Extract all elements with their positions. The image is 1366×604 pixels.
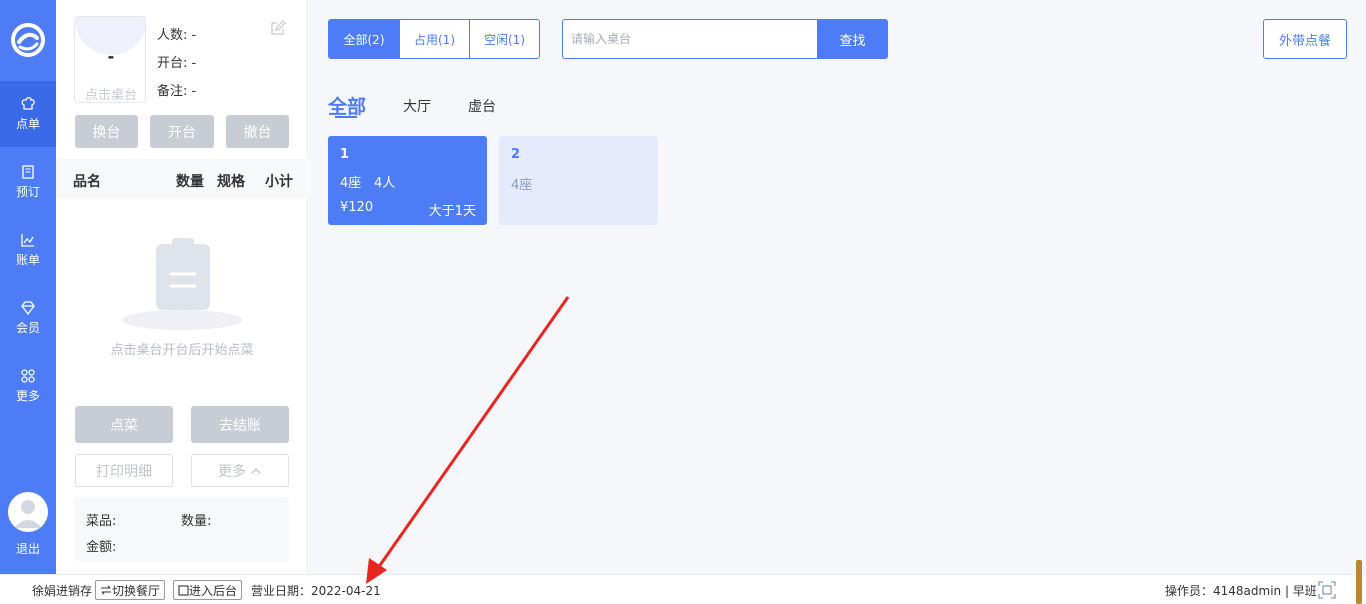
fullscreen-icon[interactable] bbox=[1318, 581, 1336, 599]
col-spec: 规格 bbox=[217, 174, 245, 190]
summary-dish-label: 菜品: bbox=[86, 514, 117, 529]
more-button-label: 更多 bbox=[218, 463, 246, 480]
nav-item-more[interactable]: 更多 bbox=[0, 353, 56, 419]
logout-button[interactable]: 退出 bbox=[0, 540, 56, 557]
change-table-button[interactable]: 换台 bbox=[75, 115, 138, 148]
table-seats: 4座 bbox=[340, 176, 362, 191]
open-time: 开台: - bbox=[157, 56, 197, 71]
enter-backend-button[interactable]: 进入后台 bbox=[173, 580, 243, 600]
nav-item-label: 预订 bbox=[15, 185, 40, 199]
table-pic-value: - bbox=[107, 47, 115, 66]
order-dish-button[interactable]: 点菜 bbox=[75, 406, 173, 443]
col-name: 品名 bbox=[73, 174, 101, 190]
area-tab-hall[interactable]: 大厅 bbox=[403, 96, 431, 116]
swap-icon bbox=[101, 585, 111, 595]
edit-icon[interactable] bbox=[270, 20, 286, 36]
table-duration: 大于1天 bbox=[428, 204, 476, 219]
store-name: 徐娟进销存 bbox=[32, 584, 93, 598]
checkout-button[interactable]: 去结账 bbox=[191, 406, 289, 443]
order-list-header: 品名 数量 规格 小计 bbox=[56, 159, 308, 199]
table-number: 1 bbox=[340, 147, 350, 162]
summary-amount-label: 金额: bbox=[86, 540, 117, 555]
filter-free[interactable]: 空闲(1) bbox=[469, 20, 539, 58]
table-number: 2 bbox=[511, 147, 521, 162]
active-tab-indicator bbox=[335, 116, 357, 118]
nav-item-order[interactable]: 点单 bbox=[0, 81, 56, 147]
table-seats: 4座 bbox=[511, 178, 533, 193]
left-nav: 点单 预订 账单 会员 更多 退出 bbox=[0, 0, 56, 574]
user-icon bbox=[14, 500, 42, 528]
order-panel: - 点击桌台 人数: - 开台: - 备注: - 换台 开台 撤台 品名 数量 … bbox=[56, 0, 308, 574]
table-amount: ¥120 bbox=[340, 200, 374, 215]
table-people: 4人 bbox=[374, 176, 396, 191]
table-remark: 备注: - bbox=[157, 84, 197, 99]
nav-item-label: 账单 bbox=[15, 253, 40, 267]
square-icon bbox=[178, 584, 189, 596]
chevron-up-icon bbox=[251, 467, 261, 473]
switch-restaurant-label: 切换餐厅 bbox=[112, 583, 161, 598]
nav-item-label: 点单 bbox=[15, 117, 40, 131]
nav-item-bills[interactable]: 账单 bbox=[0, 217, 56, 283]
scroll-handle[interactable] bbox=[1356, 560, 1362, 604]
book-icon bbox=[22, 165, 34, 179]
filter-occupied[interactable]: 占用(1) bbox=[399, 20, 469, 58]
col-subtotal: 小计 bbox=[265, 174, 293, 190]
table-card-free[interactable]: 2 4座 bbox=[499, 136, 658, 225]
chef-hat-icon bbox=[21, 97, 35, 110]
filter-all[interactable]: 全部(2) bbox=[329, 20, 399, 58]
nav-item-label: 会员 bbox=[15, 321, 40, 335]
enter-backend-label: 进入后台 bbox=[189, 583, 238, 598]
chart-icon bbox=[21, 234, 34, 247]
table-card-occupied[interactable]: 1 4座 4人 ¥120 大于1天 bbox=[328, 136, 487, 225]
people-count: 人数: - bbox=[157, 28, 197, 43]
takeout-order-button[interactable]: 外带点餐 bbox=[1263, 19, 1347, 59]
business-date: 营业日期：2022-04-21 bbox=[251, 584, 381, 598]
nav-item-label: 更多 bbox=[15, 389, 40, 403]
area-tab-all[interactable]: 全部 bbox=[328, 92, 366, 119]
summary-qty-label: 数量: bbox=[181, 514, 212, 529]
col-qty: 数量 bbox=[176, 174, 204, 190]
order-summary: 菜品: 数量: 金额: bbox=[74, 497, 289, 562]
switch-restaurant-button[interactable]: 切换餐厅 bbox=[95, 580, 166, 600]
diamond-icon bbox=[21, 301, 35, 316]
nav-item-members[interactable]: 会员 bbox=[0, 285, 56, 351]
app-logo-icon bbox=[11, 23, 45, 57]
search-button[interactable]: 查找 bbox=[817, 19, 888, 59]
clipboard-icon bbox=[122, 238, 242, 330]
table-search-input[interactable] bbox=[562, 19, 818, 59]
grid-icon bbox=[21, 369, 35, 383]
status-filter: 全部(2) 占用(1) 空闲(1) bbox=[328, 19, 540, 59]
cancel-table-button[interactable]: 撤台 bbox=[226, 115, 289, 148]
area-tab-virtual[interactable]: 虚台 bbox=[468, 96, 496, 116]
operator-info: 操作员：4148admin | 早班 bbox=[1165, 584, 1317, 598]
main-area: 全部(2) 占用(1) 空闲(1) 查找 外带点餐 全部 大厅 虚台 1 4座 … bbox=[309, 0, 1366, 574]
nav-item-reservation[interactable]: 预订 bbox=[0, 149, 56, 215]
status-bar: 徐娟进销存 切换餐厅 进入后台 营业日期：2022-04-21 操作员：4148… bbox=[0, 574, 1366, 604]
empty-state-text: 点击桌台开台后开始点菜 bbox=[110, 343, 254, 358]
selected-table-card[interactable]: - 点击桌台 bbox=[74, 16, 146, 103]
more-button[interactable]: 更多 bbox=[191, 454, 289, 487]
avatar[interactable] bbox=[8, 492, 48, 532]
open-table-button[interactable]: 开台 bbox=[150, 115, 214, 148]
table-pic-hint: 点击桌台 bbox=[84, 88, 137, 103]
print-detail-button[interactable]: 打印明细 bbox=[75, 454, 173, 487]
